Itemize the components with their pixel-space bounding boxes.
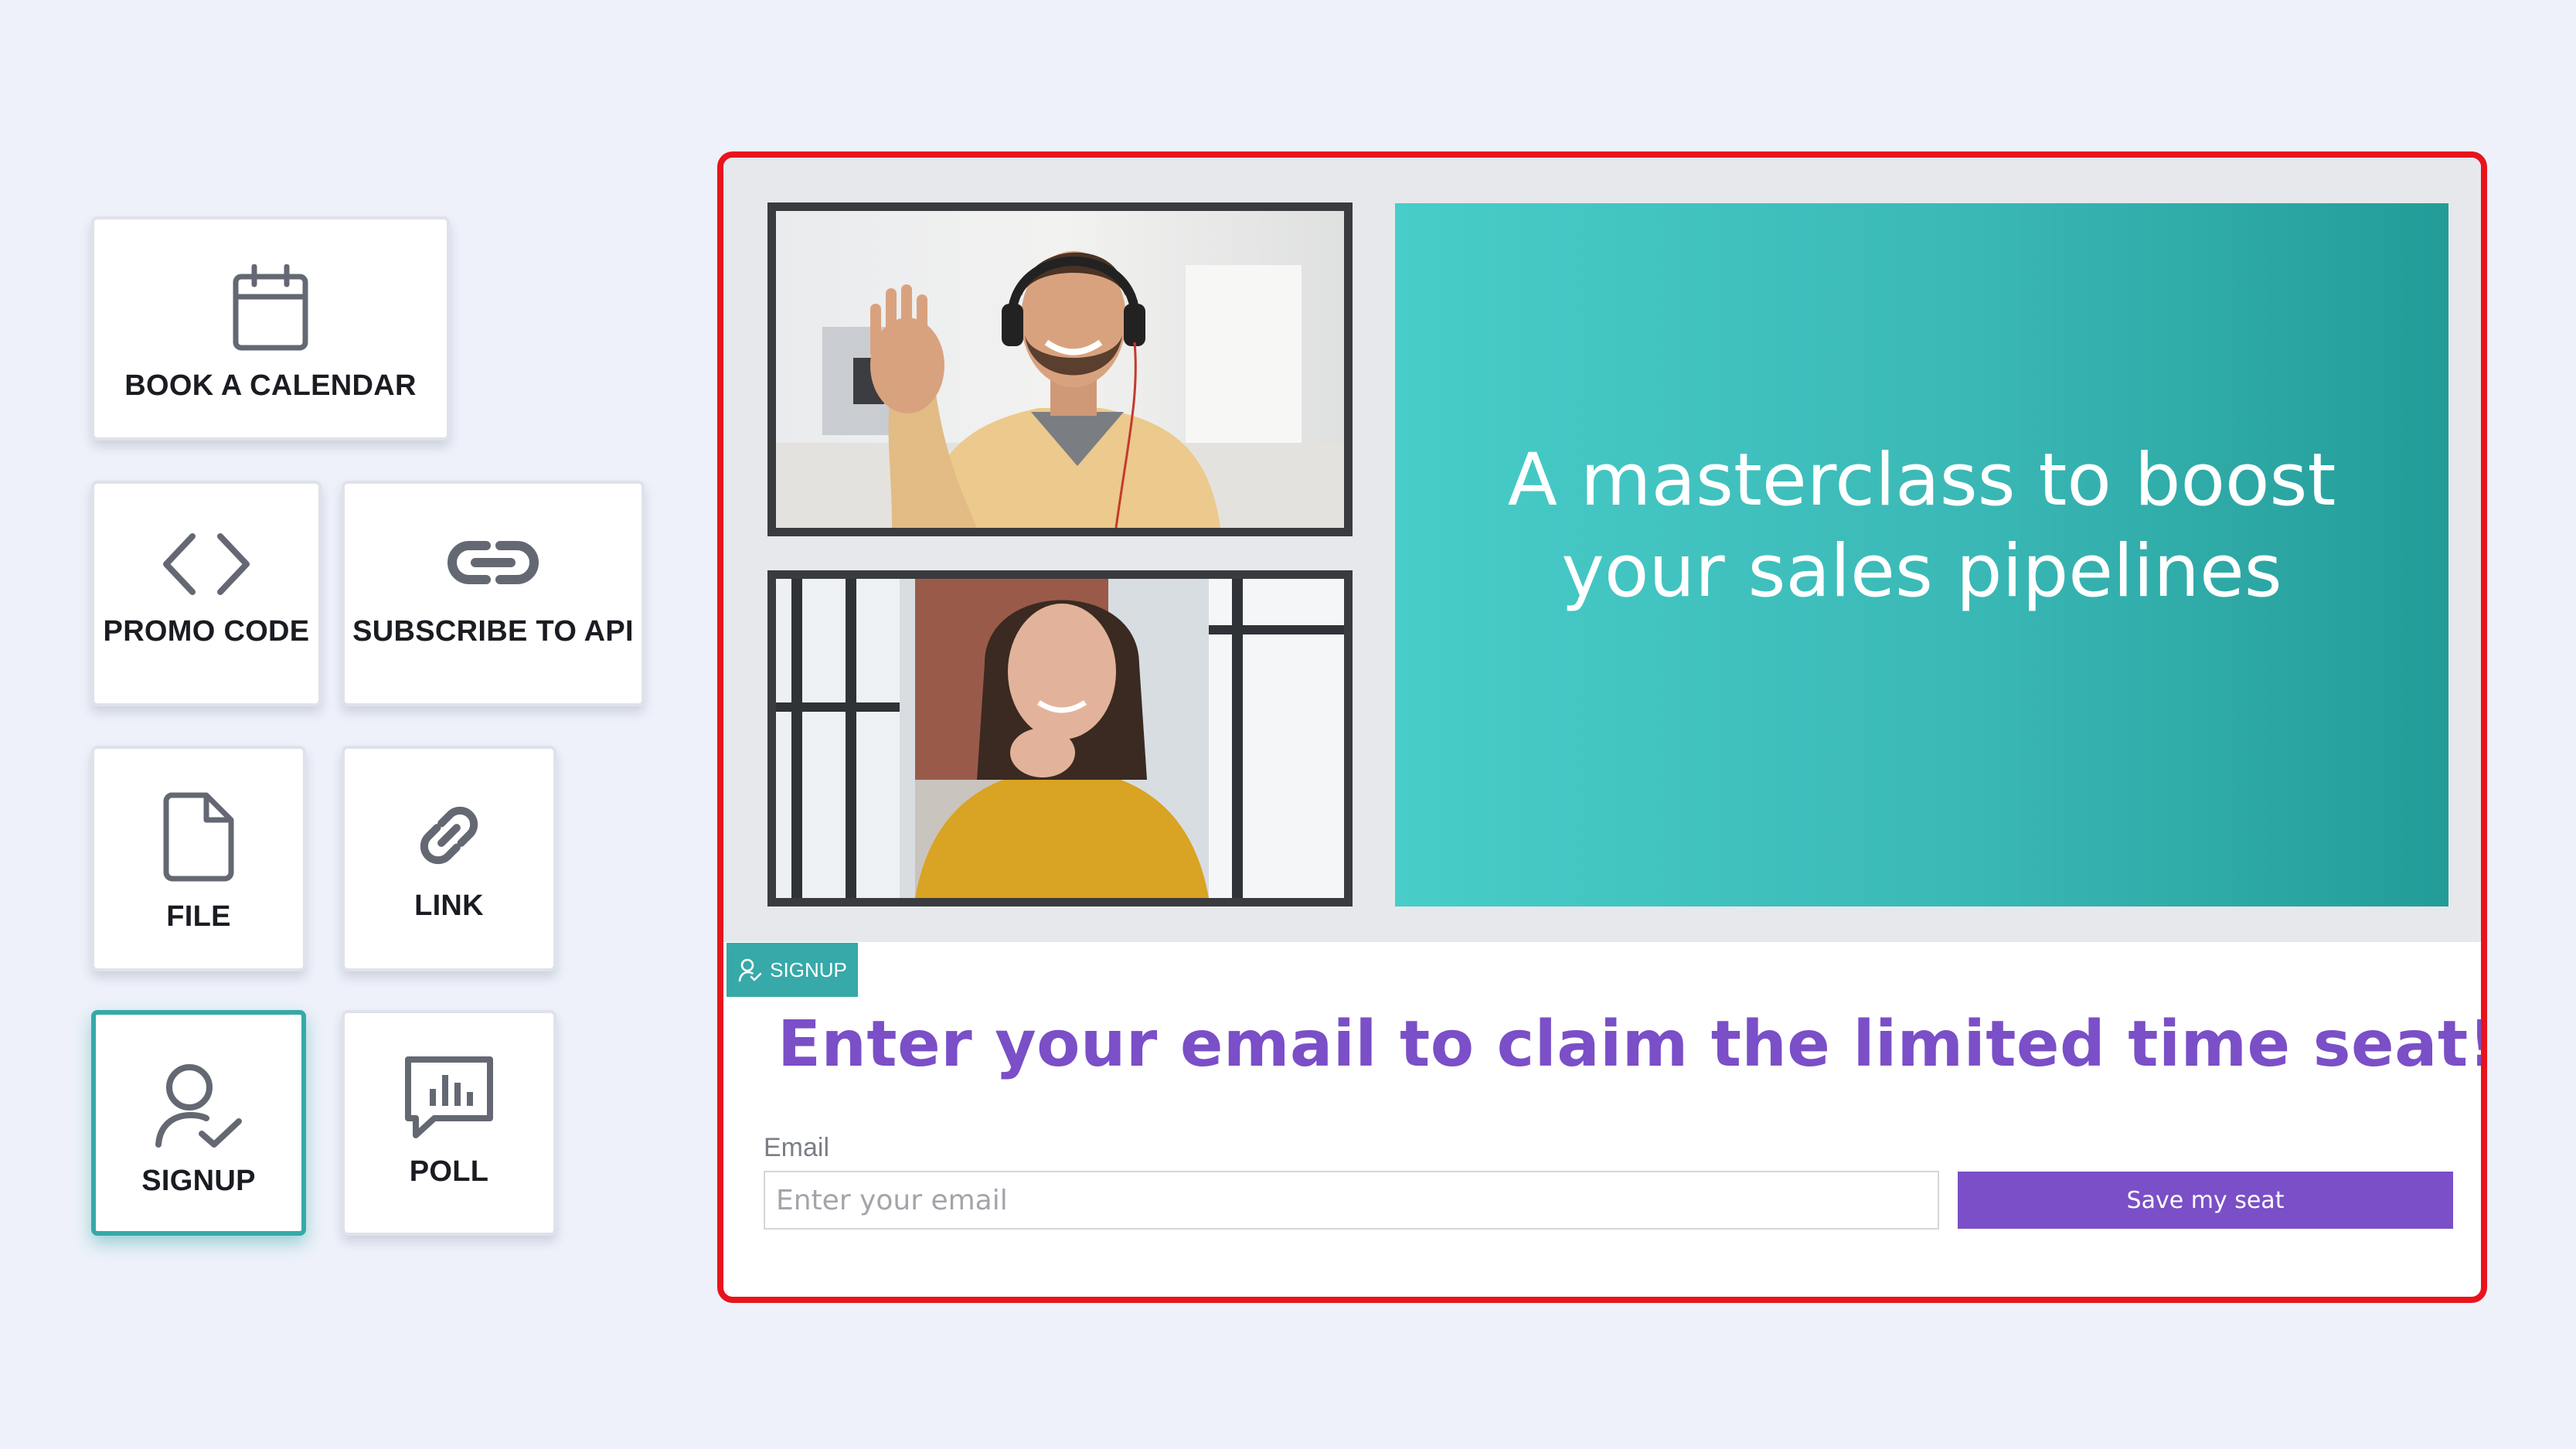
- video-area: A masterclass to boost your sales pipeli…: [723, 158, 2481, 942]
- widget-label: FILE: [166, 900, 231, 933]
- stage-headline: A masterclass to boost your sales pipeli…: [1507, 437, 2336, 614]
- participant-woman-photo: [776, 579, 1344, 898]
- participant-video-1: [767, 202, 1353, 536]
- user-check-icon: [738, 958, 762, 982]
- widget-label: BOOK A CALENDAR: [124, 369, 417, 402]
- user-check-icon: [96, 1061, 301, 1149]
- poll-chart-icon: [345, 1055, 553, 1140]
- participant-video-2: [767, 570, 1353, 906]
- widget-signup[interactable]: SIGNUP: [91, 1010, 306, 1236]
- signup-badge[interactable]: SIGNUP: [727, 943, 858, 997]
- save-seat-button[interactable]: Save my seat: [1958, 1172, 2453, 1229]
- signup-headline: Enter your email to claim the limited ti…: [778, 1008, 2487, 1081]
- link-chain-icon: [345, 536, 641, 589]
- widget-label: SUBSCRIBE TO API: [352, 615, 634, 648]
- code-icon: [94, 532, 318, 597]
- stage-banner: A masterclass to boost your sales pipeli…: [1395, 203, 2448, 906]
- participant-man-headset-photo: [776, 211, 1344, 528]
- widget-label: SIGNUP: [141, 1165, 256, 1197]
- widget-label: PROMO CODE: [103, 615, 310, 648]
- widget-poll[interactable]: POLL: [342, 1010, 556, 1236]
- widget-label: LINK: [414, 889, 484, 922]
- widget-file[interactable]: FILE: [91, 746, 306, 971]
- signup-badge-label: SIGNUP: [770, 957, 847, 981]
- link-icon: [345, 797, 553, 874]
- widget-book-calendar[interactable]: BOOK A CALENDAR: [91, 216, 450, 440]
- widget-promo-code[interactable]: PROMO CODE: [91, 481, 322, 706]
- widget-label: POLL: [409, 1155, 489, 1188]
- file-icon: [94, 792, 303, 882]
- stage-preview: A masterclass to boost your sales pipeli…: [717, 151, 2487, 1303]
- email-input[interactable]: Enter your email: [764, 1171, 1939, 1230]
- email-label: Email: [764, 1133, 830, 1162]
- widget-link[interactable]: LINK: [342, 746, 556, 971]
- calendar-icon: [94, 264, 447, 352]
- widget-subscribe-api[interactable]: SUBSCRIBE TO API: [342, 481, 645, 706]
